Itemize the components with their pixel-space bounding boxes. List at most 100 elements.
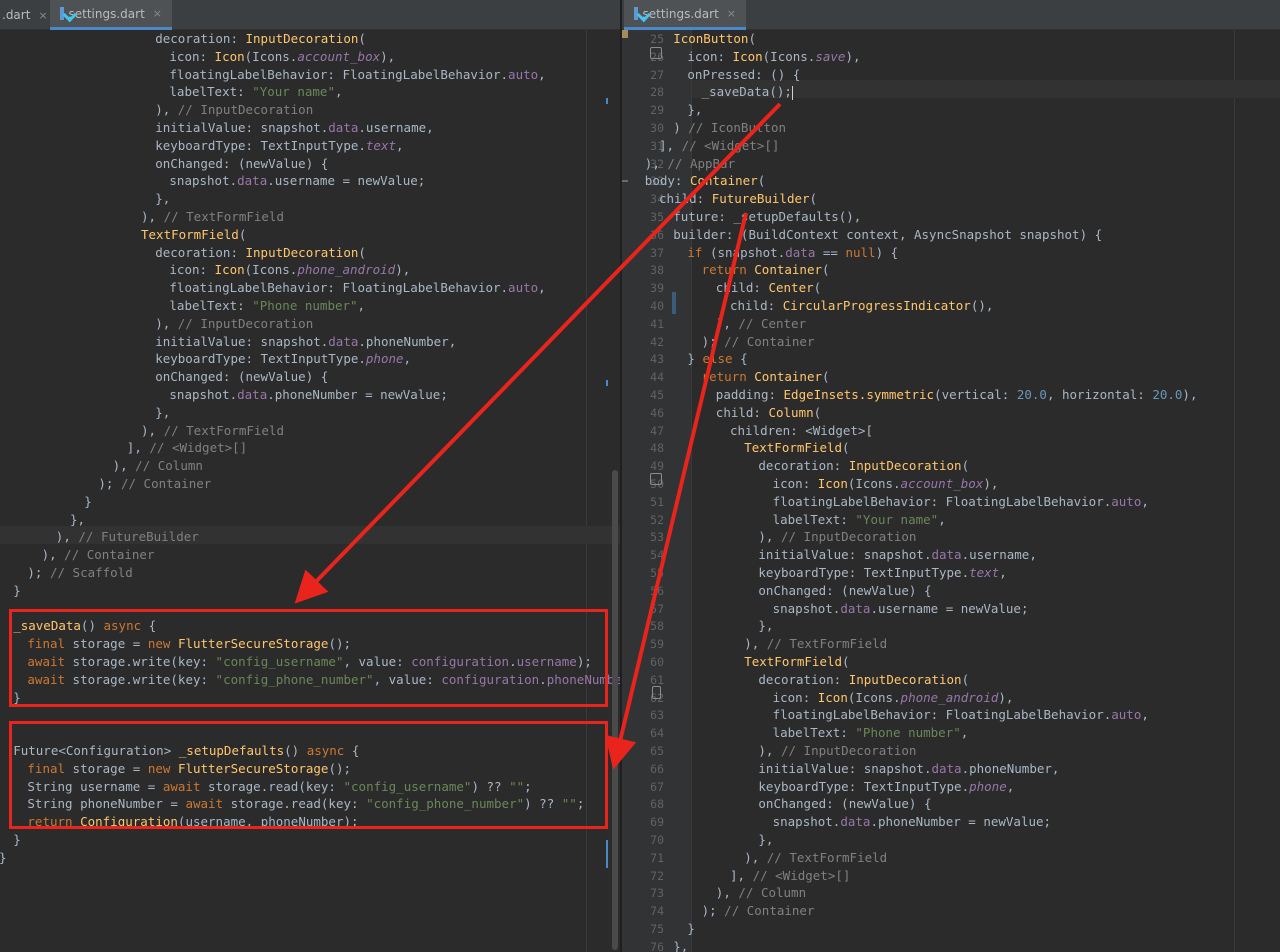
close-icon[interactable]: × xyxy=(727,7,736,20)
code-line[interactable]: }, xyxy=(155,404,170,422)
code-line[interactable]: decoration: InputDecoration( xyxy=(155,30,366,48)
code-line[interactable]: keyboardType: TextInputType.text, xyxy=(155,137,403,155)
code-line[interactable]: }, xyxy=(70,511,85,529)
code-line[interactable]: initialValue: snapshot.data.username, xyxy=(155,119,433,137)
code-line[interactable]: ), // FutureBuilder xyxy=(56,528,199,546)
contact-card-icon[interactable] xyxy=(650,473,662,485)
code-line[interactable]: ], // <Widget>[] xyxy=(659,137,779,155)
code-line[interactable]: } xyxy=(13,582,21,600)
code-line[interactable]: return Container( xyxy=(702,261,830,279)
code-line[interactable]: keyboardType: TextInputType.phone, xyxy=(155,350,411,368)
code-line[interactable]: TextFormField( xyxy=(744,439,849,457)
code-line[interactable]: ], // <Widget>[] xyxy=(730,867,850,885)
code-line[interactable]: ), // Column xyxy=(716,884,806,902)
line-number: 25 xyxy=(650,32,664,46)
code-line[interactable]: onChanged: (newValue) { xyxy=(758,582,931,600)
code-line[interactable]: ), // TextFormField xyxy=(141,422,284,440)
code-line[interactable]: }, xyxy=(673,938,688,952)
code-token: // Container xyxy=(120,476,212,491)
code-line[interactable]: icon: Icon(Icons.account_box), xyxy=(169,48,395,66)
code-line[interactable]: onChanged: (newValue) { xyxy=(155,368,328,386)
code-line[interactable]: IconButton( xyxy=(673,30,756,48)
code-line[interactable]: ); // Scaffold xyxy=(27,564,132,582)
code-line[interactable]: TextFormField( xyxy=(744,653,849,671)
tab-settings-dart-right[interactable]: settings.dart × xyxy=(624,0,746,30)
close-icon[interactable]: × xyxy=(38,9,47,22)
code-line[interactable]: ), // TextFormField xyxy=(744,635,887,653)
code-line[interactable]: floatingLabelBehavior: FloatingLabelBeha… xyxy=(169,66,545,84)
code-line[interactable]: builder: (BuildContext context, AsyncSna… xyxy=(673,226,1102,244)
code-line[interactable]: onPressed: () { xyxy=(687,66,800,84)
code-line[interactable]: ], // <Widget>[] xyxy=(127,439,247,457)
code-line[interactable]: ), // Column xyxy=(113,457,203,475)
code-line[interactable]: labelText: "Phone number", xyxy=(773,724,969,742)
code-line[interactable]: labelText: "Your name", xyxy=(773,511,946,529)
code-line[interactable]: keyboardType: TextInputType.text, xyxy=(758,564,1006,582)
code-line[interactable]: onChanged: (newValue) { xyxy=(758,795,931,813)
code-line[interactable]: ); // Container xyxy=(702,902,815,920)
code-line[interactable]: future: _setupDefaults(), xyxy=(673,208,861,226)
code-line[interactable]: children: <Widget>[ xyxy=(730,422,873,440)
code-line[interactable]: icon: Icon(Icons.save), xyxy=(687,48,860,66)
close-icon[interactable]: × xyxy=(153,7,162,20)
code-line[interactable]: TextFormField( xyxy=(141,226,246,244)
tab-settings-dart-left[interactable]: settings.dart × xyxy=(50,0,172,30)
code-line[interactable]: ) // IconButton xyxy=(673,119,786,137)
save-icon[interactable] xyxy=(650,47,662,59)
code-line[interactable]: ), // InputDecoration xyxy=(758,742,916,760)
code-line[interactable]: decoration: InputDecoration( xyxy=(155,244,366,262)
code-line[interactable]: labelText: "Phone number", xyxy=(169,297,365,315)
code-line[interactable]: ), // TextFormField xyxy=(744,849,887,867)
code-line[interactable]: ), // AppBar xyxy=(645,155,735,173)
code-line[interactable]: return Container( xyxy=(702,368,830,386)
code-line[interactable]: ), // InputDecoration xyxy=(155,101,313,119)
code-line[interactable]: ), // InputDecoration xyxy=(758,528,916,546)
tab-partial[interactable]: .dart × xyxy=(0,0,48,30)
code-line[interactable]: } xyxy=(84,493,92,511)
code-line[interactable]: floatingLabelBehavior: FloatingLabelBeha… xyxy=(169,279,545,297)
code-line[interactable]: ), // Container xyxy=(42,546,155,564)
code-line[interactable]: ), // InputDecoration xyxy=(155,315,313,333)
code-line[interactable]: onChanged: (newValue) { xyxy=(155,155,328,173)
code-line[interactable]: child: FutureBuilder( xyxy=(659,190,817,208)
code-line[interactable]: icon: Icon(Icons.phone_android), xyxy=(773,689,1014,707)
code-line[interactable]: floatingLabelBehavior: FloatingLabelBeha… xyxy=(773,493,1149,511)
code-line[interactable]: body: Container( xyxy=(645,172,765,190)
code-line[interactable]: _saveData(); xyxy=(702,83,793,101)
code-line[interactable]: snapshot.data.phoneNumber = newValue; xyxy=(169,386,447,404)
code-line[interactable]: if (snapshot.data == null) { xyxy=(687,244,898,262)
code-line[interactable]: icon: Icon(Icons.account_box), xyxy=(773,475,999,493)
code-line[interactable]: }, xyxy=(758,831,773,849)
code-line[interactable]: ), // Center xyxy=(716,315,806,333)
code-line[interactable]: padding: EdgeInsets.symmetric(vertical: … xyxy=(716,386,1198,404)
code-line[interactable]: keyboardType: TextInputType.phone, xyxy=(758,778,1014,796)
code-line[interactable]: }, xyxy=(687,101,702,119)
code-line[interactable]: initialValue: snapshot.data.phoneNumber, xyxy=(758,760,1059,778)
code-line[interactable]: } xyxy=(687,920,695,938)
code-line[interactable]: floatingLabelBehavior: FloatingLabelBeha… xyxy=(773,706,1149,724)
code-line[interactable]: child: Column( xyxy=(716,404,821,422)
code-line[interactable]: }, xyxy=(758,617,773,635)
code-line[interactable]: snapshot.data.username = newValue; xyxy=(773,600,1029,618)
code-line[interactable]: initialValue: snapshot.data.phoneNumber, xyxy=(155,333,456,351)
code-line[interactable]: snapshot.data.username = newValue; xyxy=(169,172,425,190)
left-scrollbar[interactable] xyxy=(612,470,618,950)
code-line[interactable]: child: Center( xyxy=(716,279,821,297)
code-line[interactable]: } else { xyxy=(687,350,747,368)
code-line[interactable]: ); // Container xyxy=(702,333,815,351)
line-number: 51 xyxy=(650,494,664,509)
code-line[interactable]: labelText: "Your name", xyxy=(169,83,342,101)
code-line[interactable]: } xyxy=(13,831,21,849)
code-line[interactable]: decoration: InputDecoration( xyxy=(758,671,969,689)
code-token: ), xyxy=(155,315,178,331)
code-line[interactable]: snapshot.data.phoneNumber = newValue; xyxy=(773,813,1051,831)
code-line[interactable]: initialValue: snapshot.data.username, xyxy=(758,546,1036,564)
code-line[interactable]: child: CircularProgressIndicator(), xyxy=(730,297,993,315)
code-line[interactable]: } xyxy=(0,849,7,867)
code-line[interactable]: ), // TextFormField xyxy=(141,208,284,226)
code-line[interactable]: }, xyxy=(155,190,170,208)
code-line[interactable]: decoration: InputDecoration( xyxy=(758,457,969,475)
phone-icon[interactable] xyxy=(652,686,661,699)
code-line[interactable]: ); // Container xyxy=(98,475,211,493)
code-line[interactable]: icon: Icon(Icons.phone_android), xyxy=(169,261,410,279)
